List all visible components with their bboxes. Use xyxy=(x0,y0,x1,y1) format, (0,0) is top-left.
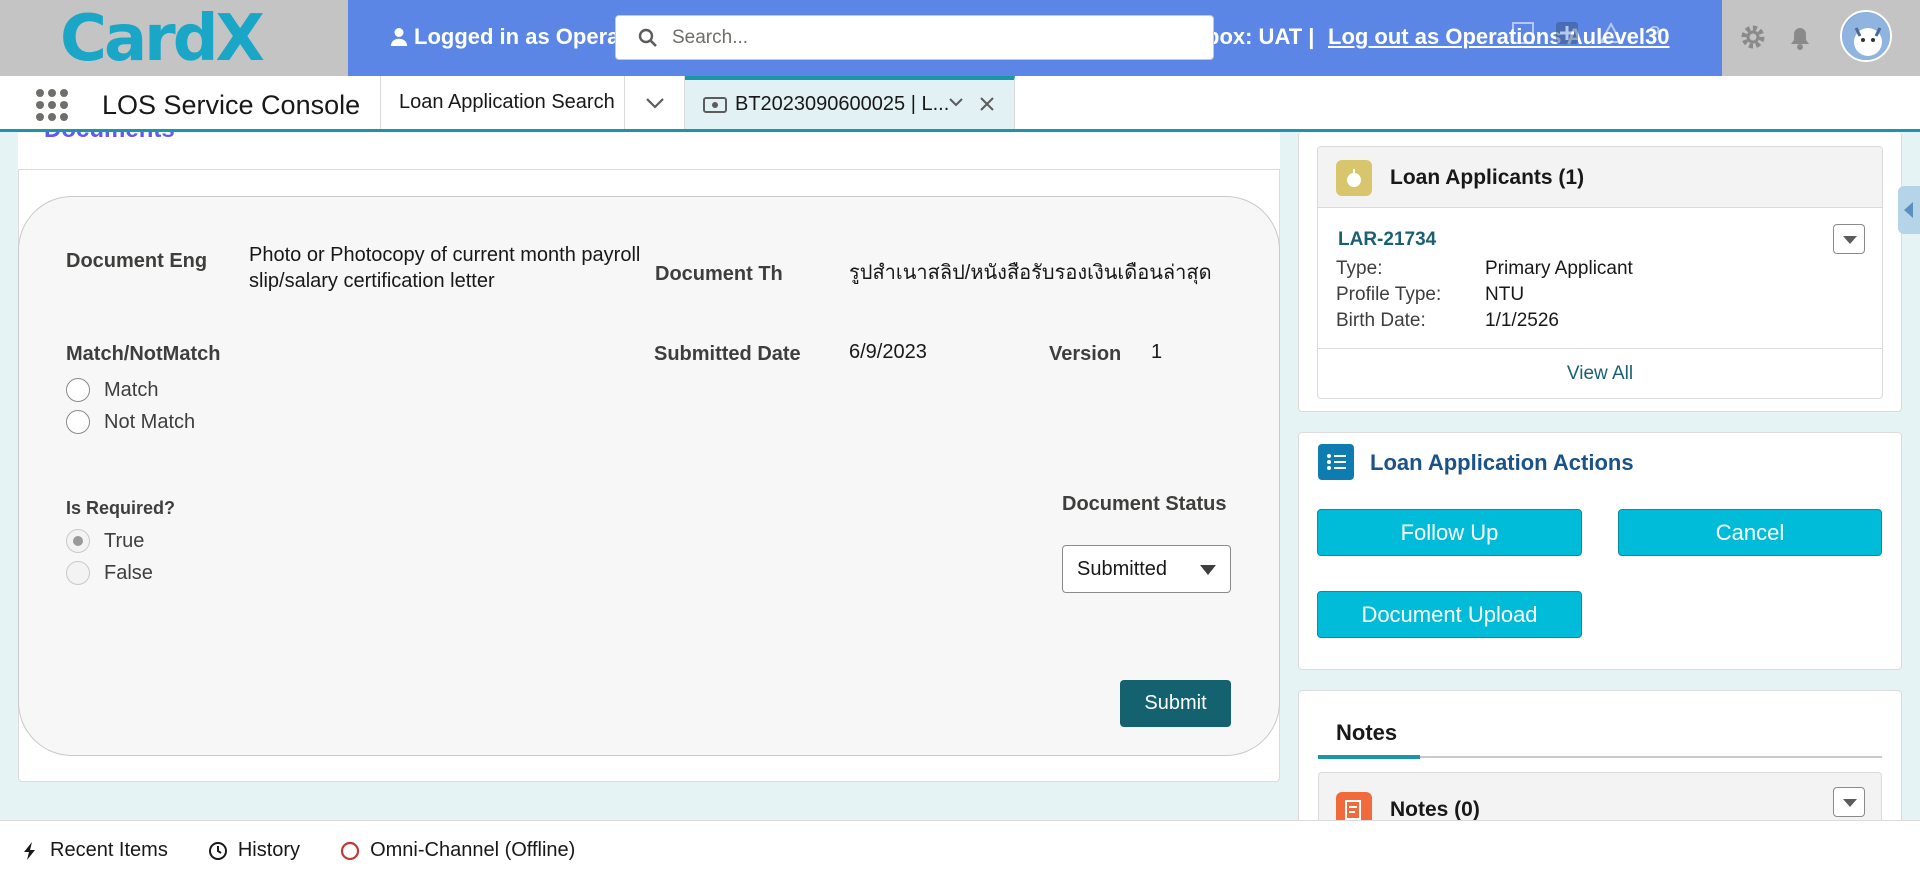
document-eng-label: Document Eng xyxy=(66,250,208,272)
birth-date-value: 1/1/2526 xyxy=(1485,310,1559,331)
type-value: Primary Applicant xyxy=(1485,258,1633,279)
documents-header: Documents xyxy=(18,132,1280,170)
gear-icon[interactable] xyxy=(1738,22,1768,52)
offline-status-icon xyxy=(340,841,360,860)
global-search[interactable] xyxy=(615,15,1214,60)
is-required-label: Is Required? xyxy=(66,498,176,518)
search-input[interactable] xyxy=(672,26,1172,49)
type-key: Type: xyxy=(1336,258,1383,279)
is-required-false-radio xyxy=(66,561,90,585)
profile-type-value: NTU xyxy=(1485,284,1525,305)
submitted-date-label: Submitted Date xyxy=(654,343,801,365)
sandbox-text: box: UAT | xyxy=(1206,24,1315,49)
is-required-true-option: True xyxy=(66,529,144,553)
document-eng-value: Photo or Photocopy of current month payr… xyxy=(249,244,641,292)
document-status-label: Document Status xyxy=(1062,493,1227,515)
omni-channel-button[interactable]: Omni-Channel (Offline) xyxy=(340,839,575,862)
chevron-down-icon xyxy=(645,97,664,109)
false-option-label: False xyxy=(104,561,153,584)
app-navigation-bar: LOS Service Console Loan Application Sea… xyxy=(0,76,1920,132)
match-option-label: Match xyxy=(104,378,159,401)
document-status-select[interactable]: Submitted xyxy=(1062,545,1231,593)
utility-bar: Recent Items History Omni-Channel (Offli… xyxy=(0,820,1920,880)
follow-up-button[interactable]: Follow Up xyxy=(1317,509,1582,556)
submit-button[interactable]: Submit xyxy=(1120,680,1231,727)
app-name: LOS Service Console xyxy=(102,90,361,120)
true-option-label: True xyxy=(104,529,145,552)
is-required-true-radio xyxy=(66,529,90,553)
not-match-option-label: Not Match xyxy=(104,410,196,433)
close-icon[interactable] xyxy=(979,96,995,112)
history-label: History xyxy=(237,839,301,861)
tab-notes[interactable]: Notes xyxy=(1336,720,1397,746)
clock-icon xyxy=(208,841,227,860)
app-launcher-icon[interactable] xyxy=(36,89,68,121)
is-required-false-option: False xyxy=(66,561,153,585)
applicant-icon xyxy=(1336,160,1372,196)
documents-title: Documents xyxy=(44,132,175,144)
notes-title: Notes (0) xyxy=(1390,798,1480,821)
help-icon[interactable]: ? xyxy=(1642,20,1668,46)
match-radio[interactable] xyxy=(66,378,90,402)
svg-text:CardX: CardX xyxy=(60,6,265,70)
caret-down-icon xyxy=(1200,565,1216,575)
tab-loan-application-search[interactable]: Loan Application Search xyxy=(380,76,625,129)
version-label: Version xyxy=(1049,343,1122,365)
cardx-logo: CardX xyxy=(60,2,300,81)
applicant-row-menu-button[interactable] xyxy=(1833,224,1865,254)
logo-area: CardX xyxy=(0,0,348,76)
omni-channel-label: Omni-Channel (Offline) xyxy=(370,839,576,861)
version-value: 1 xyxy=(1151,341,1163,363)
not-match-radio-option[interactable]: Not Match xyxy=(66,410,195,434)
add-icon[interactable] xyxy=(1554,20,1580,46)
applicant-record-link[interactable]: LAR-21734 xyxy=(1338,229,1436,251)
notification-bell-icon[interactable] xyxy=(1786,22,1814,52)
notes-tab-active-indicator xyxy=(1318,755,1420,759)
nav-menu-chevron[interactable] xyxy=(625,76,685,129)
match-radio-option[interactable]: Match xyxy=(66,378,158,402)
recent-items-label: Recent Items xyxy=(50,839,168,861)
trailhead-icon[interactable] xyxy=(1598,20,1624,46)
lightning-icon xyxy=(24,841,35,860)
tab-loan-application-record[interactable]: BT2023090600025 | L... xyxy=(685,76,1015,129)
svg-text:?: ? xyxy=(1649,23,1660,45)
money-icon xyxy=(703,96,727,113)
tab-label: BT2023090600025 | L... xyxy=(735,93,950,115)
document-th-label: Document Th xyxy=(655,263,783,285)
side-panel-toggle[interactable] xyxy=(1898,186,1920,234)
document-upload-button[interactable]: Document Upload xyxy=(1317,591,1582,638)
list-icon xyxy=(1318,444,1354,480)
cancel-button[interactable]: Cancel xyxy=(1618,509,1882,556)
not-match-radio[interactable] xyxy=(66,410,90,434)
search-icon xyxy=(638,28,657,47)
document-th-value: รูปสำเนาสลิป/หนังสือรับรองเงินเดือนล่าสุ… xyxy=(849,262,1212,284)
view-all-label: View All xyxy=(1566,362,1634,384)
history-button[interactable]: History xyxy=(208,839,300,862)
header-utility-icons: ? xyxy=(1510,20,1668,46)
user-icon xyxy=(390,28,408,46)
notes-menu-button[interactable] xyxy=(1833,787,1865,817)
chevron-down-icon[interactable] xyxy=(948,96,964,108)
loan-application-actions-title: Loan Application Actions xyxy=(1370,450,1634,475)
logged-in-banner: Logged in as Opera xyxy=(390,24,619,50)
recent-items-button[interactable]: Recent Items xyxy=(20,839,168,862)
logged-in-text: Logged in as Opera xyxy=(414,24,620,49)
submitted-date-value: 6/9/2023 xyxy=(849,341,927,363)
favorites-icon[interactable] xyxy=(1510,20,1536,46)
loan-applicants-title: Loan Applicants (1) xyxy=(1390,166,1585,189)
profile-type-key: Profile Type: xyxy=(1336,284,1442,305)
view-all-link[interactable]: View All xyxy=(1318,348,1882,398)
document-status-value: Submitted xyxy=(1077,557,1168,580)
match-label: Match/NotMatch xyxy=(66,343,221,365)
tab-label: Loan Application Search xyxy=(399,91,615,113)
birth-date-key: Birth Date: xyxy=(1336,310,1426,331)
user-avatar[interactable] xyxy=(1840,10,1892,62)
